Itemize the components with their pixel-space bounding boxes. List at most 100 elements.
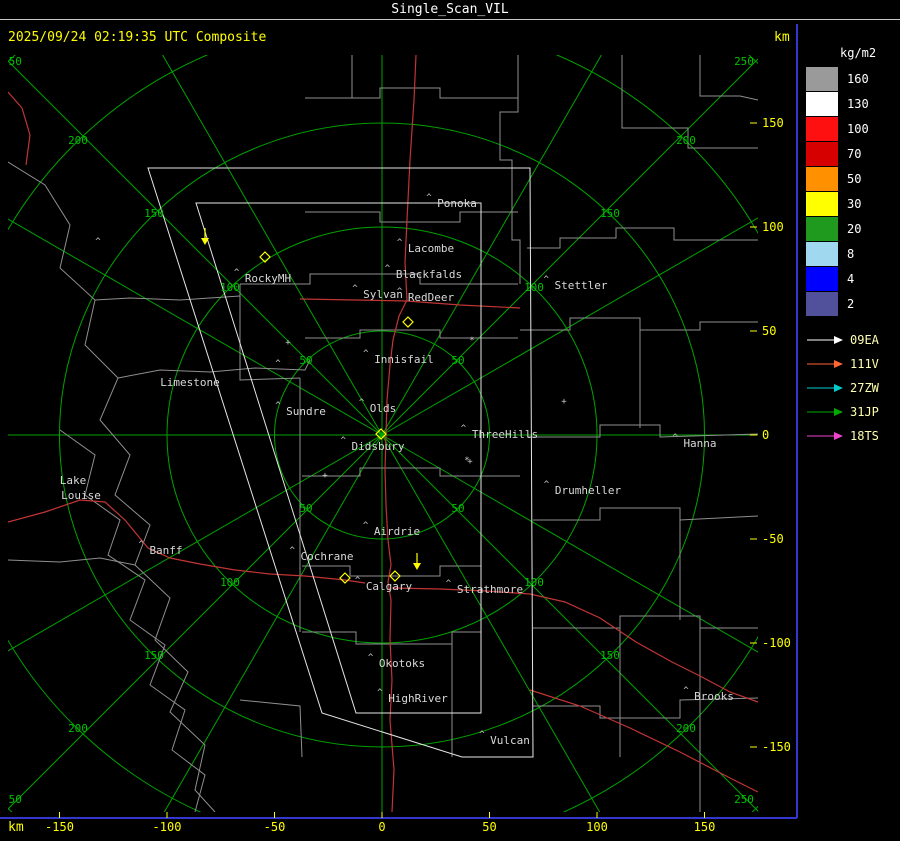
city-label: Drumheller (555, 484, 622, 497)
town-symbol: ^ (139, 540, 145, 550)
city-label: Louise (61, 489, 101, 502)
site-id: 27ZW (850, 381, 879, 395)
colorbar-swatch (806, 291, 838, 316)
bottom-axis-label: 100 (586, 820, 608, 834)
town-marker: + (322, 471, 328, 481)
site-id: 31JP (850, 405, 879, 419)
city-label: Calgary (366, 580, 413, 593)
town-symbol: ^ (359, 398, 365, 408)
town-symbol: ^ (461, 424, 467, 434)
velocity-arrow-head (413, 563, 421, 570)
bottom-axis-label: -50 (264, 820, 286, 834)
town-symbol: ^ (340, 436, 346, 446)
county-boundary (533, 615, 758, 629)
town-symbol: ^ (446, 579, 452, 589)
city-label: Lake (60, 474, 87, 487)
radar-scan-outline (147, 167, 534, 758)
range-ring-label: 200 (676, 134, 696, 147)
right-axis-label: 150 (762, 116, 784, 130)
county-boundary (499, 55, 521, 284)
right-axis-label: 100 (762, 220, 784, 234)
city-label: ThreeHills (472, 428, 538, 441)
bottom-axis-label: 150 (694, 820, 716, 834)
site-id: 09EA (850, 333, 879, 347)
town-symbol: ^ (397, 238, 403, 248)
colorbar-value: 130 (847, 96, 869, 111)
town-symbol: ^ (377, 688, 383, 698)
colorbar-value: 4 (847, 271, 855, 286)
town-symbol: ^ (426, 193, 432, 203)
range-ring-label: 100 (524, 576, 544, 589)
city-label: RedDeer (408, 291, 455, 304)
city-label: Innisfail (374, 353, 434, 366)
city-label: Hanna (683, 437, 716, 450)
azimuth-line (8, 434, 383, 652)
timestamp-label: 2025/09/24 02:19:35 UTC Composite (8, 30, 267, 45)
town-marker: + (285, 338, 291, 348)
highway (8, 91, 31, 166)
right-axis-unit: km (774, 30, 790, 45)
colorbar-swatch (806, 116, 838, 141)
site-legend-row: 31JP (806, 400, 900, 424)
city-label: Cochrane (301, 550, 354, 563)
town-symbol: ^ (352, 284, 358, 294)
range-ring-label: 100 (220, 281, 240, 294)
bottom-axis-label: 50 (482, 820, 496, 834)
bottom-axis-label: -150 (45, 820, 74, 834)
colorbar-value: 8 (847, 246, 855, 261)
city-label: Okotoks (379, 657, 425, 670)
colorbar-entry: 20 (806, 216, 900, 241)
city-label: Ponoka (437, 197, 477, 210)
city-label: Limestone (160, 376, 220, 389)
right-axis-label: 0 (762, 428, 769, 442)
right-axis-label: -100 (762, 636, 791, 650)
bottom-axis-unit: km (8, 820, 24, 835)
colorbar-entry: 30 (806, 191, 900, 216)
bottom-axis-label: -100 (153, 820, 182, 834)
town-symbol: ^ (355, 576, 361, 586)
range-ring-label: 250 (2, 793, 22, 806)
site-arrow-icon (807, 408, 843, 416)
city-label: Sundre (286, 405, 326, 418)
range-ring-label: 200 (68, 722, 88, 735)
azimuth-line (8, 434, 383, 810)
bottom-axis-label: 0 (378, 820, 385, 834)
colorbar-entry: 50 (806, 166, 900, 191)
town-symbol: ^ (673, 433, 679, 443)
azimuth-line (162, 55, 383, 436)
right-axis-label: -50 (762, 532, 784, 546)
town-symbol: ^ (385, 264, 391, 274)
colorbar-swatch (806, 66, 838, 91)
colorbar-swatch (806, 91, 838, 116)
city-label: Banff (149, 544, 182, 557)
range-ring-label: 100 (220, 576, 240, 589)
range-ring-label: 150 (600, 207, 620, 220)
right-axis-label: 50 (762, 324, 776, 338)
range-ring-label: 50 (451, 354, 464, 367)
range-ring-label: 50 (299, 354, 312, 367)
colorbar-value: 50 (847, 171, 862, 186)
city-label: Brooks (694, 690, 734, 703)
town-symbol: ^ (397, 287, 403, 297)
town-symbol: ^ (683, 686, 689, 696)
radar-map[interactable]: 50 5050 50100 100100 100150 150150 150200 20020… (0, 0, 900, 841)
colorbar-entry: 70 (806, 141, 900, 166)
town-symbol: ^ (289, 546, 295, 556)
site-arrow-icon (807, 384, 843, 392)
town-symbol: ^ (543, 275, 549, 285)
colorbar-entry: 4 (806, 266, 900, 291)
town-symbol: ^ (479, 730, 485, 740)
colorbar-entry: 100 (806, 116, 900, 141)
town-symbol: ^ (275, 359, 281, 369)
colorbar-value: 70 (847, 146, 862, 161)
site-legend-row: 18TS (806, 424, 900, 448)
range-ring-label: 200 (68, 134, 88, 147)
site-arrow-icon (807, 360, 843, 368)
radar-site-legend: 09EA 111V 27ZW 31JP 18TS (806, 328, 900, 448)
town-marker: + (561, 397, 567, 407)
city-label: Strathmore (457, 583, 523, 596)
colorbar-value: 100 (847, 121, 869, 136)
county-boundary (94, 295, 241, 301)
town-symbol: ^ (95, 237, 101, 247)
city-label: Stettler (555, 279, 608, 292)
